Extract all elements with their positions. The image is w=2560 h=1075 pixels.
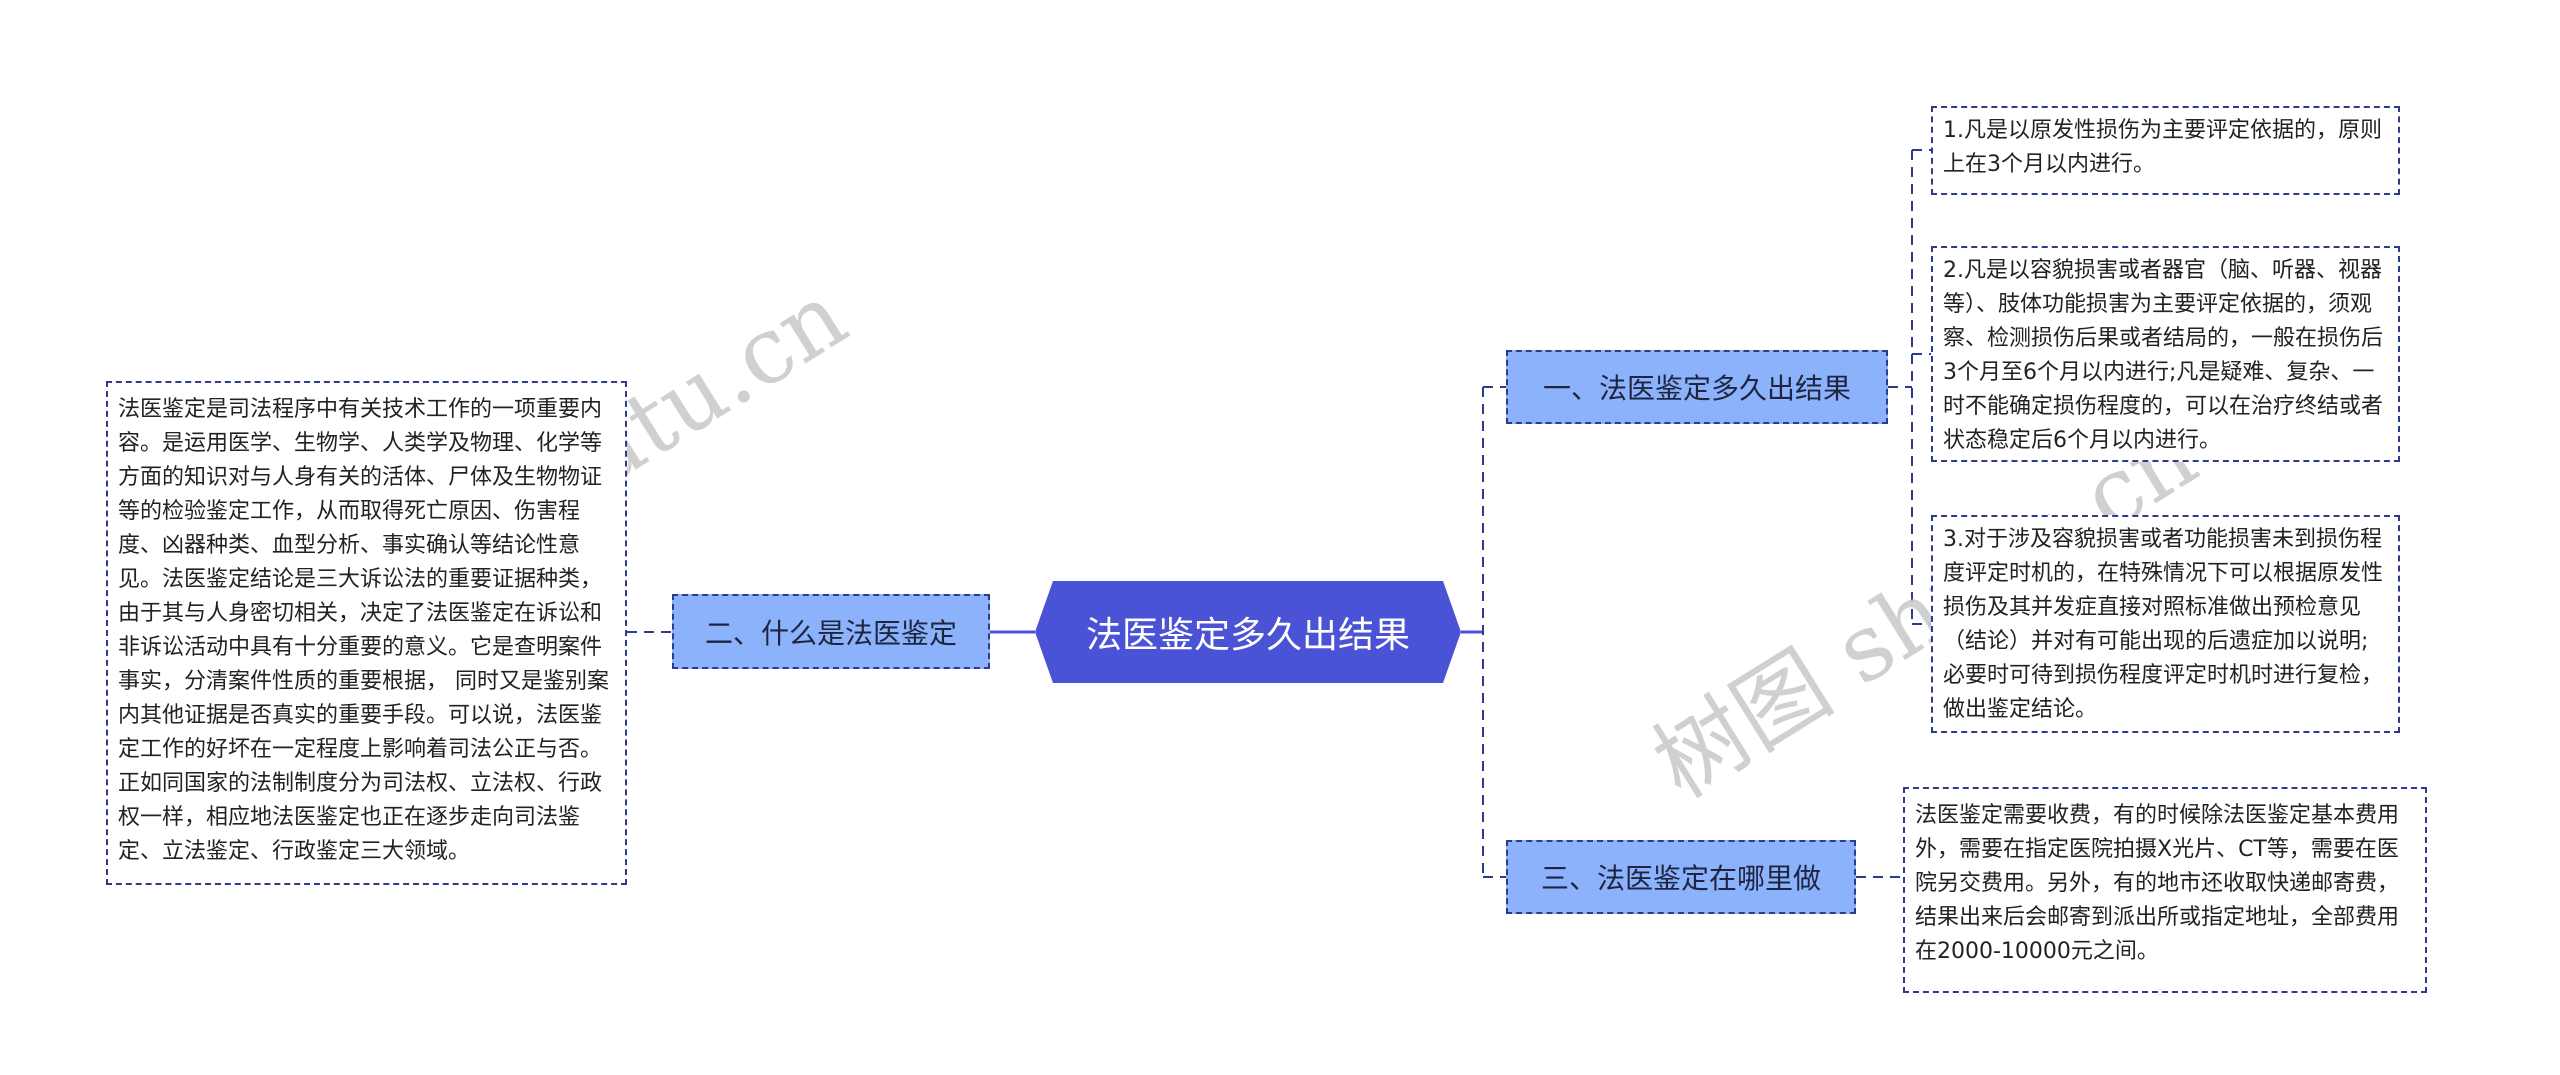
root-node[interactable]: 法医鉴定多久出结果 bbox=[1035, 580, 1461, 684]
branch-what-is-forensic[interactable]: 二、什么是法医鉴定 bbox=[672, 594, 990, 669]
leaf-text: 3.对于涉及容貌损害或者功能损害未到损伤程度评定时机的，在特殊情况下可以根据原发… bbox=[1943, 527, 2384, 722]
leaf-how-long-1[interactable]: 1.凡是以原发性损伤为主要评定依据的，原则上在3个月以内进行。 bbox=[1931, 106, 2400, 195]
leaf-how-long-2[interactable]: 2.凡是以容貌损害或者器官（脑、听器、视器等）、肢体功能损害为主要评定依据的，须… bbox=[1931, 246, 2400, 462]
leaf-text: 法医鉴定需要收费，有的时候除法医鉴定基本费用外，需要在指定医院拍摄X光片、CT等… bbox=[1915, 803, 2400, 964]
branch-label: 三、法医鉴定在哪里做 bbox=[1540, 862, 1821, 895]
leaf-text: 2.凡是以容貌损害或者器官（脑、听器、视器等）、肢体功能损害为主要评定依据的，须… bbox=[1943, 258, 2384, 453]
leaf-text: 法医鉴定是司法程序中有关技术工作的一项重要内容。是运用医学、生物学、人类学及物理… bbox=[118, 397, 609, 864]
branch-label: 二、什么是法医鉴定 bbox=[704, 616, 957, 650]
branch-where[interactable]: 三、法医鉴定在哪里做 bbox=[1506, 840, 1856, 914]
branch-how-long[interactable]: 一、法医鉴定多久出结果 bbox=[1506, 350, 1888, 424]
leaf-how-long-3[interactable]: 3.对于涉及容貌损害或者功能损害未到损伤程度评定时机的，在特殊情况下可以根据原发… bbox=[1931, 515, 2400, 733]
root-label: 法医鉴定多久出结果 bbox=[1085, 615, 1410, 656]
leaf-text: 1.凡是以原发性损伤为主要评定依据的，原则上在3个月以内进行。 bbox=[1943, 118, 2382, 177]
leaf-where[interactable]: 法医鉴定需要收费，有的时候除法医鉴定基本费用外，需要在指定医院拍摄X光片、CT等… bbox=[1903, 787, 2427, 993]
branch-label: 一、法医鉴定多久出结果 bbox=[1542, 372, 1851, 405]
leaf-what-is-forensic[interactable]: 法医鉴定是司法程序中有关技术工作的一项重要内容。是运用医学、生物学、人类学及物理… bbox=[106, 381, 627, 885]
